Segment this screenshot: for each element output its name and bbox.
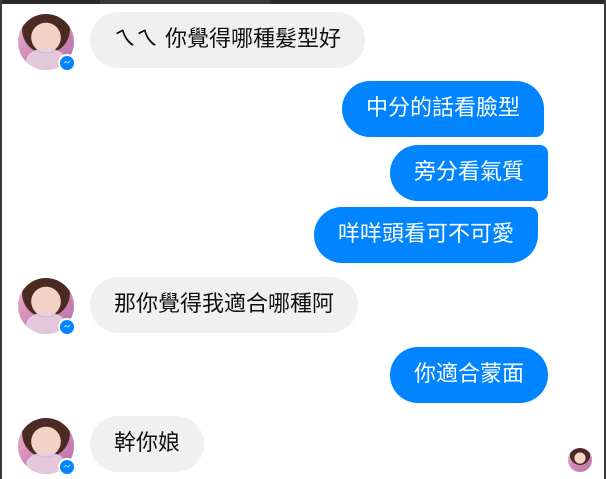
message-bubble-outgoing[interactable]: 中分的話看臉型 bbox=[342, 81, 545, 137]
message-bubble-incoming[interactable]: ㄟㄟ 你覺得哪種髮型好 bbox=[90, 12, 365, 68]
message-text: 旁分看氣質 bbox=[414, 160, 525, 185]
window-top-edge bbox=[0, 0, 606, 4]
message-bubble-outgoing[interactable]: 咩咩頭看可不可愛 bbox=[314, 207, 539, 263]
message-text: 幹你娘 bbox=[114, 431, 181, 456]
messenger-icon bbox=[58, 458, 76, 476]
contact-avatar[interactable] bbox=[18, 14, 76, 72]
contact-avatar[interactable] bbox=[18, 278, 76, 336]
window-left-edge bbox=[0, 0, 2, 479]
message-bubble-incoming[interactable]: 那你覺得我適合哪種阿 bbox=[90, 277, 359, 333]
message-text: 中分的話看臉型 bbox=[366, 96, 521, 121]
messenger-icon bbox=[58, 54, 76, 72]
window-top-edge-segment bbox=[100, 0, 270, 4]
messenger-icon bbox=[58, 318, 76, 336]
message-bubble-incoming[interactable]: 幹你娘 bbox=[90, 416, 205, 472]
read-receipt-avatar bbox=[568, 448, 592, 472]
contact-avatar[interactable] bbox=[18, 418, 76, 476]
message-text: 那你覺得我適合哪種阿 bbox=[114, 292, 335, 317]
message-bubble-outgoing[interactable]: 旁分看氣質 bbox=[390, 145, 549, 201]
message-text: 你適合蒙面 bbox=[414, 362, 525, 387]
message-bubble-outgoing[interactable]: 你適合蒙面 bbox=[390, 347, 549, 403]
message-text: 咩咩頭看可不可愛 bbox=[338, 222, 515, 247]
message-text: ㄟㄟ 你覺得哪種髮型好 bbox=[114, 27, 341, 52]
